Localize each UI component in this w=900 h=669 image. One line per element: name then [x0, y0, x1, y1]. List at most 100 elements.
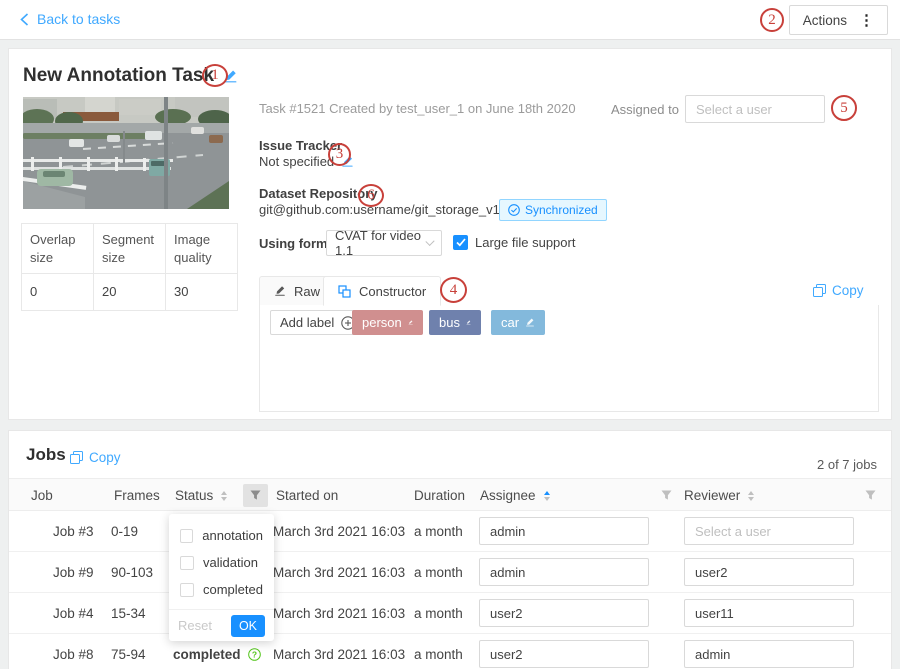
- filter-option-validation[interactable]: validation: [169, 549, 274, 576]
- job-duration: a month: [414, 552, 463, 593]
- filter-funnel-icon: [661, 490, 672, 501]
- edit-label-icon[interactable]: [525, 317, 535, 328]
- job-link[interactable]: Job #3: [53, 511, 94, 552]
- checkbox-checked-icon: [456, 238, 466, 247]
- job-frames: 15-34: [111, 593, 146, 634]
- copy-labels-label: Copy: [832, 283, 864, 298]
- label-tag-car[interactable]: car: [491, 310, 545, 335]
- assignee-filter-button[interactable]: [654, 484, 679, 507]
- reviewer-filter-button[interactable]: [858, 484, 883, 507]
- job-row: Job #8 75-94 completed ? March 3rd 2021 …: [9, 634, 891, 669]
- jobs-table-header: Job Frames Status Started on Duration As…: [9, 478, 891, 511]
- large-file-support-row: Large file support: [453, 235, 575, 250]
- jobs-card: Jobs Copy 2 of 7 jobs Job Frames Status …: [8, 430, 892, 669]
- reviewer-input[interactable]: [684, 558, 854, 586]
- checkbox-unchecked-icon[interactable]: [180, 583, 194, 597]
- col-assignee-label: Assignee: [480, 488, 536, 503]
- callout-4: 4: [440, 277, 467, 303]
- job-status-text: completed: [173, 647, 241, 662]
- svg-text:?: ?: [251, 649, 256, 659]
- sort-caret-icon: [544, 491, 550, 501]
- back-label: Back to tasks: [37, 11, 120, 27]
- col-duration: Duration: [414, 479, 465, 512]
- col-reviewer-sort[interactable]: Reviewer: [684, 479, 754, 512]
- job-duration: a month: [414, 511, 463, 552]
- add-label-text: Add label: [280, 315, 334, 330]
- add-label-button[interactable]: Add label: [270, 310, 365, 335]
- sync-badge-label: Synchronized: [525, 203, 598, 217]
- task-thumbnail-image: [23, 97, 229, 209]
- filter-funnel-icon: [250, 490, 261, 501]
- copy-jobs-label: Copy: [89, 450, 121, 465]
- param-header: Segment size: [94, 224, 166, 274]
- filter-reset-button[interactable]: Reset: [178, 618, 212, 633]
- label-tag-person-name: person: [362, 315, 402, 330]
- reviewer-input[interactable]: [684, 640, 854, 668]
- assigned-to-input[interactable]: [685, 95, 825, 123]
- label-tag-car-name: car: [501, 315, 519, 330]
- job-frames: 0-19: [111, 511, 138, 552]
- large-file-support-label: Large file support: [475, 235, 575, 250]
- reviewer-input[interactable]: [684, 599, 854, 627]
- label-tag-bus[interactable]: bus: [429, 310, 481, 335]
- back-chevron-icon: [20, 13, 29, 26]
- actions-button[interactable]: Actions ⋮: [789, 5, 888, 35]
- filter-ok-button[interactable]: OK: [231, 615, 265, 637]
- edit-label-icon[interactable]: [466, 317, 471, 328]
- col-status-sort[interactable]: Status: [175, 479, 227, 512]
- status-filter-button[interactable]: [243, 484, 268, 507]
- job-row: Job #4 15-34 March 3rd 2021 16:03 a mont…: [9, 593, 891, 634]
- label-tag-person[interactable]: person: [352, 310, 423, 335]
- jobs-title: Jobs: [26, 445, 66, 465]
- filter-option-annotation[interactable]: annotation: [169, 522, 274, 549]
- callout-2: 2: [760, 8, 784, 32]
- copy-labels-button[interactable]: Copy: [813, 283, 864, 298]
- large-file-support-checkbox[interactable]: [453, 235, 468, 250]
- job-row: Job #3 0-19 March 3rd 2021 16:03 a month: [9, 511, 891, 552]
- job-started: March 3rd 2021 16:03: [273, 511, 405, 552]
- job-link[interactable]: Job #4: [53, 593, 94, 634]
- param-value: 0: [22, 274, 94, 311]
- assignee-input[interactable]: [479, 517, 649, 545]
- col-started: Started on: [276, 479, 338, 512]
- filter-footer: Reset OK: [169, 609, 274, 641]
- reviewer-input[interactable]: [684, 517, 854, 545]
- format-select-value: CVAT for video 1.1: [335, 228, 427, 258]
- col-job: Job: [31, 479, 53, 512]
- assignee-input[interactable]: [479, 599, 649, 627]
- filter-option-completed[interactable]: completed: [169, 576, 274, 603]
- params-header-row: Overlap size Segment size Image quality: [22, 224, 238, 274]
- copy-jobs-button[interactable]: Copy: [70, 450, 121, 465]
- task-params-table: Overlap size Segment size Image quality …: [21, 223, 238, 311]
- raw-edit-icon: [274, 285, 286, 297]
- callout-1: 1: [202, 64, 228, 87]
- checkbox-unchecked-icon[interactable]: [180, 529, 193, 543]
- dataset-repo-url[interactable]: git@github.com:username/git_storage_v123…: [259, 202, 532, 217]
- tab-constructor[interactable]: Constructor: [323, 276, 441, 306]
- job-link[interactable]: Job #8: [53, 634, 94, 669]
- format-select[interactable]: CVAT for video 1.1: [326, 230, 442, 256]
- col-reviewer-label: Reviewer: [684, 488, 740, 503]
- back-to-tasks-link[interactable]: Back to tasks: [20, 11, 120, 27]
- col-assignee-sort[interactable]: Assignee: [480, 479, 550, 512]
- job-link[interactable]: Job #9: [53, 552, 94, 593]
- callout-3: 3: [328, 143, 351, 166]
- assignee-input[interactable]: [479, 640, 649, 668]
- param-value: 20: [94, 274, 166, 311]
- job-started: March 3rd 2021 16:03: [273, 593, 405, 634]
- sort-caret-icon: [748, 491, 754, 501]
- assigned-to-label: Assigned to: [611, 102, 679, 117]
- filter-option-label: annotation: [202, 528, 263, 543]
- filter-option-label: validation: [203, 555, 258, 570]
- issue-tracker-value: Not specified: [259, 154, 334, 169]
- job-frames: 75-94: [111, 634, 146, 669]
- copy-icon: [70, 451, 83, 464]
- assignee-input[interactable]: [479, 558, 649, 586]
- edit-label-icon[interactable]: [408, 317, 413, 328]
- job-frames: 90-103: [111, 552, 153, 593]
- checkbox-unchecked-icon[interactable]: [180, 556, 194, 570]
- question-circle-icon: ?: [248, 648, 261, 661]
- filter-funnel-icon: [865, 490, 876, 501]
- actions-label: Actions: [803, 13, 847, 28]
- task-card: New Annotation Task: [8, 48, 892, 420]
